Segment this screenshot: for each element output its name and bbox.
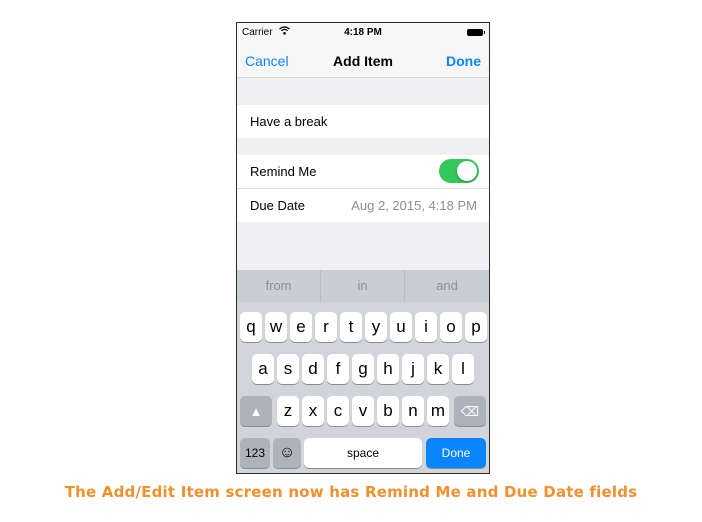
key-h[interactable]: h	[377, 354, 399, 384]
key-q[interactable]: q	[240, 312, 262, 342]
key-y[interactable]: y	[365, 312, 387, 342]
key-b[interactable]: b	[377, 396, 399, 426]
space-key[interactable]: space	[304, 438, 422, 468]
key-o[interactable]: o	[440, 312, 462, 342]
suggestion-1[interactable]: from	[237, 270, 321, 302]
due-date-label: Due Date	[250, 198, 305, 213]
key-j[interactable]: j	[402, 354, 424, 384]
shift-key[interactable]: ▲	[240, 396, 272, 426]
key-a[interactable]: a	[252, 354, 274, 384]
suggestion-bar: from in and	[237, 270, 489, 302]
key-s[interactable]: s	[277, 354, 299, 384]
key-g[interactable]: g	[352, 354, 374, 384]
numbers-key[interactable]: 123	[240, 438, 270, 468]
key-i[interactable]: i	[415, 312, 437, 342]
emoji-key[interactable]: ☺	[273, 438, 301, 468]
key-l[interactable]: l	[452, 354, 474, 384]
key-r[interactable]: r	[315, 312, 337, 342]
due-date-value: Aug 2, 2015, 4:18 PM	[351, 198, 477, 213]
key-n[interactable]: n	[402, 396, 424, 426]
key-f[interactable]: f	[327, 354, 349, 384]
key-z[interactable]: z	[277, 396, 299, 426]
item-text-value: Have a break	[250, 114, 328, 129]
key-e[interactable]: e	[290, 312, 312, 342]
remind-me-label: Remind Me	[250, 164, 317, 179]
keyboard-done-key[interactable]: Done	[426, 438, 486, 468]
caption-text: The Add/Edit Item screen now has Remind …	[64, 483, 638, 501]
status-bar: Carrier 4:18 PM	[237, 23, 489, 43]
key-k[interactable]: k	[427, 354, 449, 384]
status-time: 4:18 PM	[344, 27, 382, 38]
remind-me-row: Remind Me	[237, 155, 489, 189]
key-d[interactable]: d	[302, 354, 324, 384]
key-c[interactable]: c	[327, 396, 349, 426]
battery-icon	[467, 29, 485, 36]
item-text-field[interactable]: Have a break	[237, 105, 489, 138]
phone-screen: Carrier 4:18 PM Cancel Add Item Done Hav…	[236, 22, 490, 474]
key-v[interactable]: v	[352, 396, 374, 426]
keyboard: from in and q w e r t y u i o p a s d f …	[237, 270, 489, 473]
switch-knob	[457, 161, 477, 181]
emoji-icon: ☺	[278, 444, 296, 461]
backspace-key[interactable]: ⌫	[454, 396, 486, 426]
shift-icon: ▲	[249, 404, 263, 419]
done-button[interactable]: Done	[446, 53, 481, 69]
remind-me-switch[interactable]	[439, 159, 479, 183]
key-m[interactable]: m	[427, 396, 449, 426]
key-t[interactable]: t	[340, 312, 362, 342]
due-date-row[interactable]: Due Date Aug 2, 2015, 4:18 PM	[237, 189, 489, 222]
suggestion-2[interactable]: in	[321, 270, 405, 302]
key-p[interactable]: p	[465, 312, 487, 342]
navigation-bar: Cancel Add Item Done	[237, 43, 489, 78]
key-u[interactable]: u	[390, 312, 412, 342]
suggestion-3[interactable]: and	[405, 270, 489, 302]
key-x[interactable]: x	[302, 396, 324, 426]
key-w[interactable]: w	[265, 312, 287, 342]
backspace-icon: ⌫	[460, 404, 480, 419]
